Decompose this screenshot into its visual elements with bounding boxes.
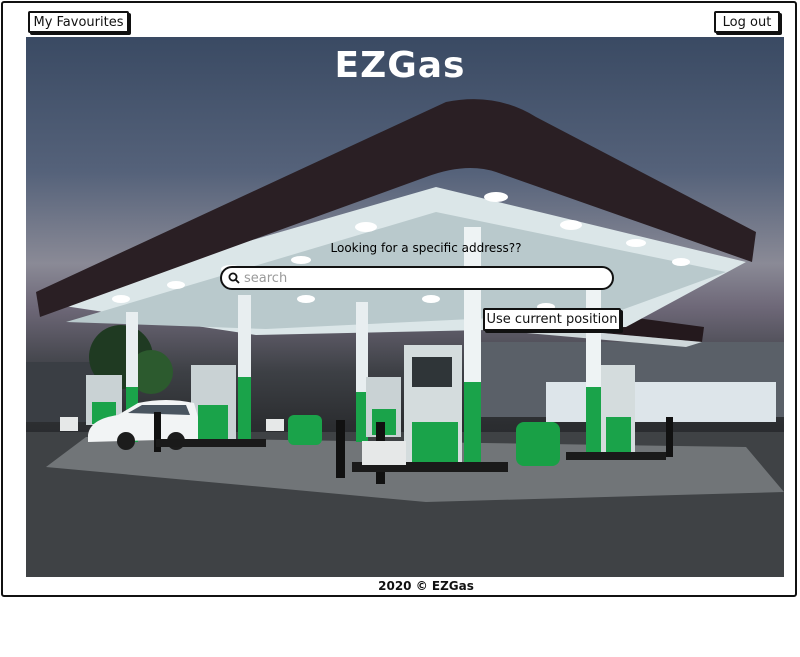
address-prompt: Looking for a specific address?? bbox=[330, 241, 522, 255]
search-bar[interactable] bbox=[220, 266, 614, 290]
logout-button[interactable]: Log out bbox=[714, 11, 780, 33]
gas-station-hero-image bbox=[26, 37, 784, 577]
my-favourites-button[interactable]: My Favourites bbox=[28, 11, 129, 33]
use-current-position-button[interactable]: Use current position bbox=[483, 308, 621, 331]
search-icon bbox=[228, 272, 240, 284]
footer-copyright: 2020 © EZGas bbox=[378, 579, 474, 593]
app-title: EZGas bbox=[334, 45, 466, 86]
search-input[interactable] bbox=[244, 270, 594, 286]
gas-station-illustration bbox=[26, 99, 784, 577]
